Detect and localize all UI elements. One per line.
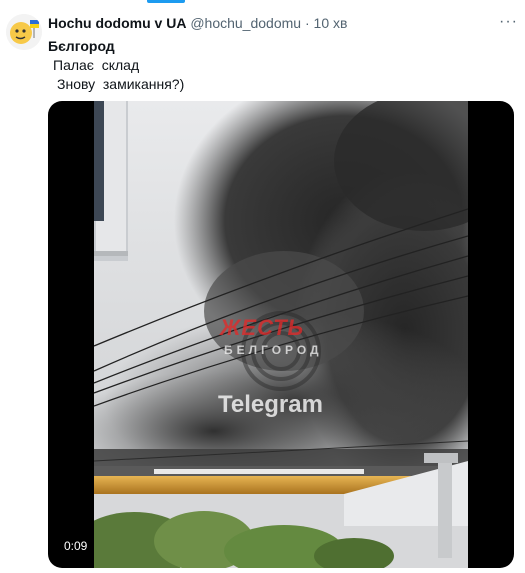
video-scene [94, 101, 468, 568]
user-handle[interactable]: @hochu_dodomu [190, 15, 301, 31]
tweet[interactable]: Hochu dodomu v UA @hochu_dodomu · 10 хв … [0, 0, 525, 573]
separator-dot: · [304, 15, 310, 31]
avatar-emoji-icon [6, 14, 42, 50]
video-duration: 0:09 [60, 538, 92, 554]
more-horizontal-icon[interactable]: ··· [499, 13, 518, 31]
tweet-header: Hochu dodomu v UA @hochu_dodomu · 10 хв … [48, 13, 518, 35]
tweet-text-line: Бєлгород [48, 38, 115, 54]
display-name[interactable]: Hochu dodomu v UA [48, 15, 186, 31]
avatar[interactable] [6, 14, 42, 50]
video-frame: ЖЕСТЬ БЕЛГОРОД Telegram [94, 101, 468, 568]
tweet-text-line: Знову замикання?) [57, 76, 185, 92]
tweet-text-line: Палає склад [53, 57, 140, 73]
video-player[interactable]: ЖЕСТЬ БЕЛГОРОД Telegram 0:09 [48, 101, 514, 568]
tweet-text: Бєлгород Палає склад Знову замикання?) [48, 37, 184, 94]
timestamp[interactable]: 10 хв [314, 15, 348, 31]
